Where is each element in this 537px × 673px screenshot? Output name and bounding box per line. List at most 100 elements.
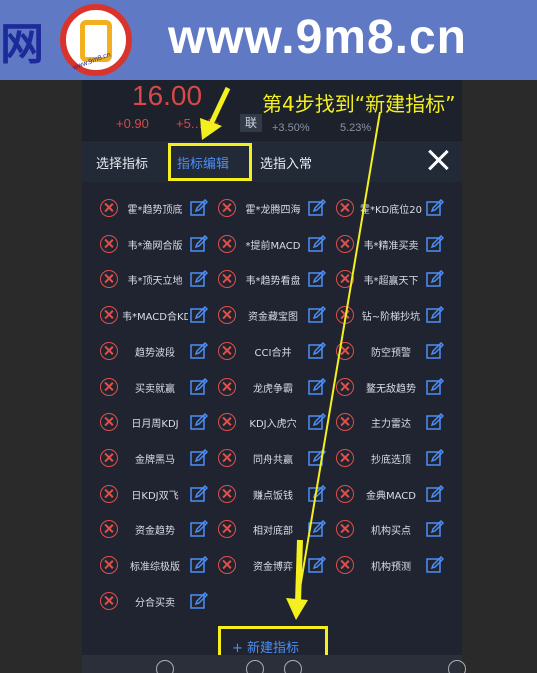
delete-icon[interactable] (218, 556, 236, 574)
tab-add-to-common[interactable]: 选指入常 (260, 153, 312, 172)
delete-icon[interactable] (100, 234, 118, 253)
indicator-item: 韦*MACD合KD (96, 300, 214, 330)
delete-icon[interactable] (218, 377, 236, 396)
indicator-label: 资金博弈 (253, 562, 293, 573)
indicator-label: CCI合并 (254, 347, 292, 359)
delete-icon[interactable] (218, 341, 236, 360)
edit-icon[interactable] (426, 341, 445, 360)
new-indicator-button[interactable]: + 新建指标 (232, 637, 299, 656)
delete-icon[interactable] (100, 591, 118, 610)
toolbar-prev-icon[interactable] (246, 660, 264, 673)
edit-icon[interactable] (308, 341, 327, 360)
delete-icon[interactable] (218, 413, 236, 432)
edit-icon[interactable] (426, 377, 445, 396)
delete-icon[interactable] (336, 306, 354, 325)
edit-icon[interactable] (190, 520, 209, 538)
edit-icon[interactable] (426, 448, 445, 467)
edit-icon[interactable] (426, 306, 445, 324)
edit-icon[interactable] (190, 555, 209, 574)
watermark-left-text: 网 (0, 19, 44, 70)
indicator-item: 机构买点 (332, 514, 450, 544)
edit-icon[interactable] (190, 198, 209, 217)
indicator-item: 霍*龙腾四海 (214, 193, 332, 223)
indicator-label: 霍*趋势顶底 (127, 205, 183, 216)
edit-icon[interactable] (426, 520, 445, 538)
toolbar-next-icon[interactable] (284, 660, 302, 673)
delete-icon[interactable] (218, 484, 236, 503)
delete-icon[interactable] (100, 413, 118, 432)
edit-icon[interactable] (426, 484, 445, 503)
edit-icon[interactable] (426, 234, 445, 253)
delete-icon[interactable] (100, 484, 118, 503)
delete-icon[interactable] (336, 520, 354, 539)
delete-icon[interactable] (218, 448, 236, 467)
delete-icon[interactable] (218, 199, 236, 217)
toolbar-circle-icon[interactable] (156, 660, 174, 673)
delete-icon[interactable] (100, 448, 118, 467)
delete-icon[interactable] (100, 306, 118, 325)
edit-icon[interactable] (308, 198, 327, 217)
delete-icon[interactable] (100, 556, 118, 574)
edit-icon[interactable] (190, 413, 209, 431)
stock-change-pct: +5.…% (176, 116, 219, 131)
step-annotation: 第4步找到“新建指标” (262, 92, 456, 116)
delete-icon[interactable] (100, 270, 118, 289)
edit-icon[interactable] (190, 377, 209, 396)
edit-icon[interactable] (308, 448, 327, 467)
tab-highlight-box (168, 143, 252, 181)
link-badge[interactable]: 联 (240, 114, 262, 132)
indicator-item: 趋势波段 (96, 336, 214, 366)
toolbar-more-icon[interactable] (448, 660, 466, 673)
delete-icon[interactable] (218, 520, 236, 539)
indicator-item: 霍*KD底位20 (332, 193, 450, 223)
close-icon[interactable] (426, 148, 450, 172)
edit-icon[interactable] (308, 234, 327, 253)
edit-icon[interactable] (308, 306, 327, 324)
edit-icon[interactable] (190, 591, 209, 610)
indicator-item: 韦*精准买卖 (332, 229, 450, 259)
delete-icon[interactable] (336, 270, 354, 289)
delete-icon[interactable] (336, 341, 354, 360)
delete-icon[interactable] (100, 199, 118, 217)
indicator-item: 金典MACD (332, 479, 450, 509)
indicator-label: 相对底部 (253, 526, 293, 538)
delete-icon[interactable] (336, 234, 354, 253)
stock-change: +0.90 (116, 116, 149, 131)
edit-icon[interactable] (308, 520, 327, 538)
edit-icon[interactable] (308, 484, 327, 503)
edit-icon[interactable] (190, 341, 209, 360)
indicator-item: 分合买卖 (96, 586, 214, 616)
edit-icon[interactable] (308, 555, 327, 574)
delete-icon[interactable] (100, 520, 118, 539)
edit-icon[interactable] (308, 270, 327, 288)
edit-icon[interactable] (308, 377, 327, 396)
delete-icon[interactable] (218, 306, 236, 325)
indicator-item: 资金博弈 (214, 550, 332, 580)
indicator-item: 资金趋势 (96, 514, 214, 544)
edit-icon[interactable] (190, 448, 209, 467)
delete-icon[interactable] (336, 413, 354, 432)
indicator-label: 同舟共赢 (253, 454, 293, 466)
edit-icon[interactable] (426, 555, 445, 574)
delete-icon[interactable] (336, 199, 354, 217)
edit-icon[interactable] (426, 413, 445, 431)
delete-icon[interactable] (336, 377, 354, 396)
tab-select-indicator[interactable]: 选择指标 (96, 153, 148, 172)
delete-icon[interactable] (100, 377, 118, 396)
edit-icon[interactable] (308, 413, 327, 431)
indicator-item: 标准综极版 (96, 550, 214, 580)
edit-icon[interactable] (190, 484, 209, 503)
edit-icon[interactable] (190, 306, 209, 324)
edit-icon[interactable] (190, 234, 209, 253)
delete-icon[interactable] (336, 484, 354, 503)
edit-icon[interactable] (426, 198, 445, 217)
edit-icon[interactable] (190, 270, 209, 288)
delete-icon[interactable] (336, 448, 354, 467)
delete-icon[interactable] (218, 270, 236, 289)
edit-icon[interactable] (426, 270, 445, 288)
delete-icon[interactable] (218, 234, 236, 253)
indicator-item: 买卖就赢 (96, 372, 214, 402)
delete-icon[interactable] (336, 556, 354, 574)
delete-icon[interactable] (100, 341, 118, 360)
indicator-label: 防空预警 (371, 347, 411, 359)
